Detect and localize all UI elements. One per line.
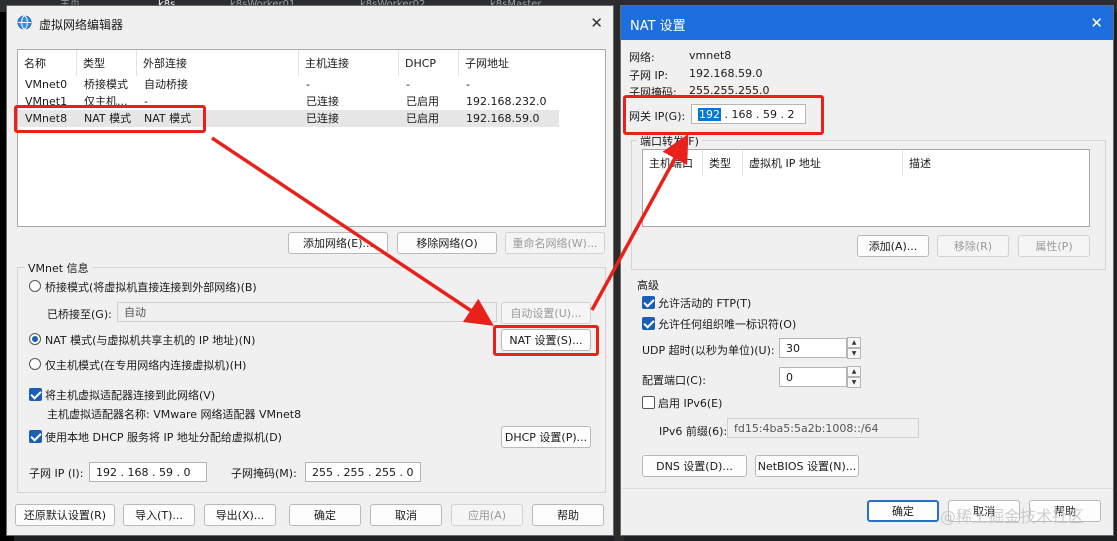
- arrow-to-gateway: [590, 133, 689, 311]
- watermark: @稀土掘金技术社区: [940, 507, 1085, 526]
- arrow-to-nat-settings: [211, 136, 494, 326]
- annotation-arrows: [211, 133, 689, 326]
